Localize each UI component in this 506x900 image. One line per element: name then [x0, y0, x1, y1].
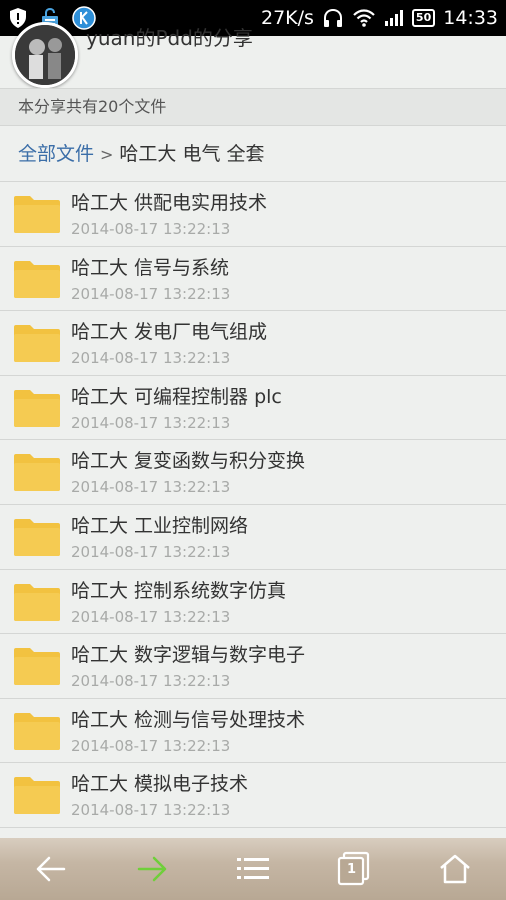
avatar[interactable] [12, 22, 78, 88]
file-name: 哈工大 信号与系统 [71, 256, 230, 279]
file-date: 2014-08-17 13:22:13 [71, 672, 231, 691]
breadcrumb-separator: > [100, 145, 114, 164]
file-name: 哈工大 复变函数与积分变换 [71, 450, 306, 473]
tab-count: 1 [347, 862, 357, 877]
username: yuan的Pdd的分享 [86, 26, 253, 50]
file-date: 2014-08-17 13:22:13 [71, 284, 231, 303]
home-button[interactable] [425, 844, 485, 894]
folder-icon [14, 777, 60, 815]
folder-icon [14, 648, 60, 686]
breadcrumb: 全部文件 > 哈工大 电气 全套 [0, 126, 506, 182]
status-bar: 27K/s 50 14:33 [0, 0, 506, 36]
folder-icon [14, 518, 60, 556]
battery-icon: 50 [411, 9, 436, 27]
bottom-toolbar [0, 838, 506, 900]
list-item[interactable]: 哈工大 复变函数与积分变换 2014-08-17 13:22:13 [0, 440, 506, 505]
file-name: 哈工大 可编程控制器 plc [71, 385, 282, 408]
file-name: 哈工大 发电厂电气组成 [71, 321, 268, 344]
folder-icon [14, 196, 60, 233]
file-date: 2014-08-17 13:22:13 [71, 220, 231, 238]
list-item[interactable]: 哈工大 信号与系统 2014-08-17 13:22:13 [0, 247, 506, 312]
file-date: 2014-08-17 13:22:13 [71, 413, 231, 432]
shield-icon [8, 7, 28, 29]
menu-button[interactable] [223, 844, 283, 894]
folder-icon [14, 583, 60, 621]
breadcrumb-root-link[interactable]: 全部文件 [18, 143, 94, 165]
file-name: 哈工大 工业控制网络 [71, 514, 249, 537]
back-arrow-icon [36, 856, 65, 882]
list-item[interactable]: 哈工大 发电厂电气组成 2014-08-17 13:22:13 [0, 311, 506, 376]
folder-icon [14, 389, 60, 427]
list-item[interactable]: 哈工大 数字逻辑与数字电子 2014-08-17 13:22:13 [0, 634, 506, 699]
file-date: 2014-08-17 13:22:13 [71, 736, 231, 755]
network-speed: 27K/s [260, 7, 314, 29]
folder-icon [14, 712, 60, 750]
file-name: 哈工大 检测与信号处理技术 [71, 708, 306, 731]
list-item[interactable]: 哈工大 控制系统数字仿真 2014-08-17 13:22:13 [0, 570, 506, 635]
folder-icon [14, 325, 60, 363]
file-name: 哈工大 控制系统数字仿真 [71, 579, 287, 602]
file-date: 2014-08-17 13:22:13 [71, 542, 231, 561]
file-date: 2014-08-17 13:22:13 [71, 349, 231, 368]
list-item[interactable]: 哈工大 检测与信号处理技术 2014-08-17 13:22:13 [0, 699, 506, 764]
list-item[interactable]: 哈工大 可编程控制器 plc 2014-08-17 13:22:13 [0, 376, 506, 441]
file-date: 2014-08-17 13:22:13 [71, 478, 231, 497]
file-name: 哈工大 模拟电子技术 [71, 773, 249, 796]
list-item[interactable]: 哈工大 供配电实用技术 2014-08-17 13:22:13 [0, 182, 506, 247]
folder-icon [14, 260, 60, 298]
list-item[interactable]: 哈工大 工业控制网络 2014-08-17 13:22:13 [0, 505, 506, 570]
headset-icon [322, 8, 344, 28]
menu-list-icon [236, 858, 269, 879]
back-button[interactable] [21, 844, 81, 894]
file-date: 2014-08-17 13:22:13 [71, 607, 231, 626]
file-list: 哈工大 供配电实用技术 2014-08-17 13:22:13 哈工大 信号与系… [0, 182, 506, 828]
share-file-count: 本分享共有20个文件 [0, 88, 506, 126]
forward-button[interactable] [122, 844, 182, 894]
file-date: 2014-08-17 13:22:13 [71, 801, 231, 820]
wifi-icon [352, 9, 376, 27]
list-item[interactable]: 哈工大 模拟电子技术 2014-08-17 13:22:13 [0, 763, 506, 828]
signal-icon [384, 9, 404, 27]
forward-arrow-icon [137, 856, 167, 882]
folder-icon [14, 454, 60, 492]
share-header: yuan的Pdd的分享 [0, 22, 506, 88]
file-name: 哈工大 数字逻辑与数字电子 [71, 644, 306, 667]
breadcrumb-current: 哈工大 电气 全套 [119, 143, 265, 165]
clock: 14:33 [443, 7, 498, 29]
home-icon [440, 854, 471, 884]
file-name: 哈工大 供配电实用技术 [71, 192, 268, 214]
